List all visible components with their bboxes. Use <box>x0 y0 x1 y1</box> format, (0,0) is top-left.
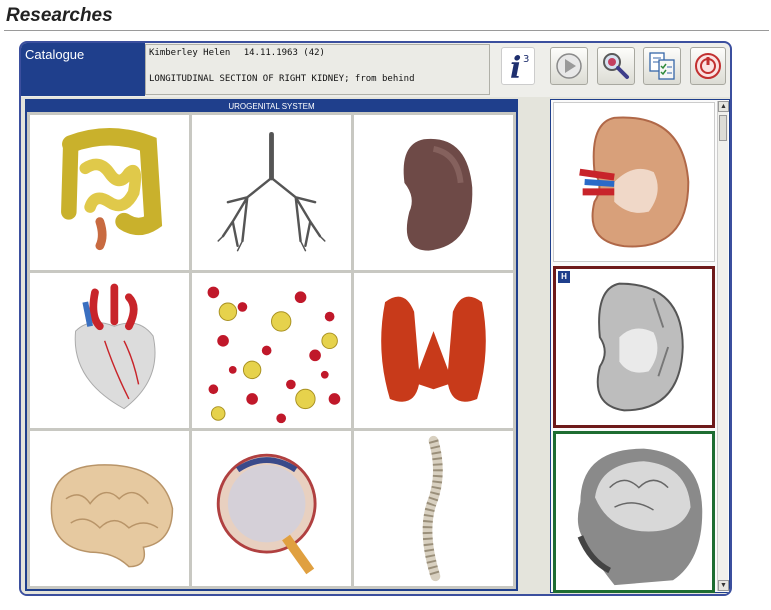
intestine-image <box>61 128 163 251</box>
preview-item-2[interactable]: H <box>553 266 715 428</box>
organ-grid <box>27 112 516 589</box>
grid-item-spine[interactable] <box>354 431 513 586</box>
preview-item-1[interactable] <box>553 102 715 262</box>
kidney-section-grayscale-image <box>596 282 684 412</box>
patient-identity: Kimberley Helen 14.11.1963 (42) <box>149 48 333 58</box>
content-area: UROGENITAL SYSTEM H ▲ ▼ <box>21 97 730 594</box>
page-title: Researches <box>6 5 113 26</box>
document-checklist-button[interactable] <box>643 47 681 85</box>
kidney-image <box>403 138 473 251</box>
title-divider <box>4 30 769 31</box>
power-icon <box>695 53 721 79</box>
patient-info-panel: Kimberley Helen 14.11.1963 (42) LONGITUD… <box>145 44 490 95</box>
scroll-up-arrow-icon[interactable]: ▲ <box>718 101 729 112</box>
grid-item-eye[interactable] <box>192 431 351 586</box>
kidney-section-color-image <box>579 116 690 248</box>
zoom-search-icon <box>603 53 629 79</box>
grid-item-brain[interactable] <box>30 431 189 586</box>
blood-cells-image <box>207 286 341 424</box>
info-button[interactable]: i 3 <box>501 47 535 85</box>
spine-image <box>422 435 443 582</box>
grid-item-kidney[interactable] <box>354 115 513 270</box>
catalogue-tab[interactable]: Catalogue <box>21 43 145 96</box>
eye-section-image <box>216 453 317 575</box>
play-button[interactable] <box>550 47 588 85</box>
preview-item-3[interactable] <box>553 431 715 593</box>
grid-item-heart[interactable] <box>30 273 189 428</box>
play-icon <box>556 53 582 79</box>
info-glyph: i <box>510 51 521 83</box>
patient-dob: 14.11.1963 (42) <box>243 48 325 58</box>
section-title: UROGENITAL SYSTEM <box>27 101 516 112</box>
power-button[interactable] <box>690 47 726 85</box>
grid-item-thyroid[interactable] <box>354 273 513 428</box>
highlight-badge: H <box>558 271 570 283</box>
grid-item-blood-cells[interactable] <box>192 273 351 428</box>
zoom-search-button[interactable] <box>597 47 635 85</box>
patient-name: Kimberley Helen <box>149 48 231 58</box>
head-mri-image <box>577 448 703 586</box>
preview-panel: H ▲ ▼ <box>550 99 730 593</box>
app-window: Catalogue Kimberley Helen 14.11.1963 (42… <box>19 41 732 596</box>
info-superscript: 3 <box>523 54 529 65</box>
study-description: LONGITUDINAL SECTION OF RIGHT KIDNEY; fr… <box>149 74 415 84</box>
organ-grid-panel: UROGENITAL SYSTEM <box>25 99 518 591</box>
thyroid-image <box>381 296 486 402</box>
scroll-thumb[interactable] <box>719 115 727 141</box>
preview-scrollbar[interactable]: ▲ ▼ <box>717 101 729 591</box>
scroll-down-arrow-icon[interactable]: ▼ <box>718 580 729 591</box>
heart-image <box>74 283 156 410</box>
info-icon: i 3 <box>510 51 529 83</box>
grid-item-intestine[interactable] <box>30 115 189 270</box>
brain-image <box>50 464 174 568</box>
bronchial-tree-image <box>217 131 326 252</box>
grid-item-bronchial-tree[interactable] <box>192 115 351 270</box>
document-checklist-icon <box>649 52 675 80</box>
